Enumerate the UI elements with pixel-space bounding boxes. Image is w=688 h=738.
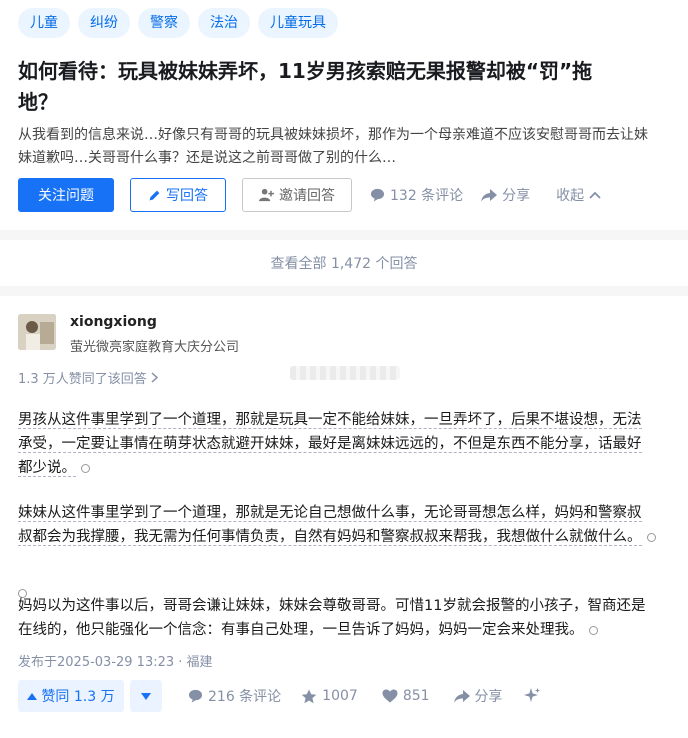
sparkle-button[interactable] xyxy=(523,687,541,705)
invite-answer-label: 邀请回答 xyxy=(279,188,335,204)
agree-summary-text: 1.3 万人赞同了该回答 xyxy=(18,372,147,387)
topic-tag[interactable]: 儿童 xyxy=(18,8,70,38)
share-arrow-icon xyxy=(453,689,470,703)
question-title-line: 如何看待：玩具被妹妹弄坏，11岁男孩索赔无果报警却被“罚”拖 xyxy=(18,59,593,83)
answer-paragraph: 妈妈以为这件事以后，哥哥会谦让妹妹，妹妹会尊敬哥哥。可惜11岁就会报警的小孩子，… xyxy=(18,594,678,642)
follow-question-button[interactable]: 关注问题 xyxy=(18,178,114,212)
paragraph-line: 妹妹从这件事里学到了一个道理，那就是无论自己想做什么事，无论哥哥想怎么样，妈妈和… xyxy=(18,505,642,522)
write-answer-label: 写回答 xyxy=(166,188,208,204)
description-line: 从我看到的信息来说…好像只有哥哥的玩具被妹妹损坏，那作为一个母亲难道不应该安慰哥… xyxy=(18,127,648,143)
star-button[interactable]: 1007 xyxy=(301,688,358,704)
question-description[interactable]: 从我看到的信息来说…好像只有哥哥的玩具被妹妹损坏，那作为一个母亲难道不应该安慰哥… xyxy=(18,124,688,170)
answer-action-bar: 赞同 1.3 万 216 条评论 1007 851 分享 xyxy=(18,680,541,712)
answer-comments-button[interactable]: 216 条评论 xyxy=(188,686,281,706)
vote-up-label: 赞同 1.3 万 xyxy=(41,689,115,705)
topic-tags: 儿童 纠纷 警察 法治 儿童玩具 xyxy=(18,8,338,38)
triangle-up-icon xyxy=(27,692,38,700)
share-arrow-icon xyxy=(481,188,498,202)
description-line: 妹道歉吗…关哥哥什么事？还是说这之前哥哥做了别的什么… xyxy=(18,150,396,166)
question-comments-label: 132 条评论 xyxy=(390,188,464,204)
write-answer-button[interactable]: 写回答 xyxy=(130,178,226,212)
view-all-answers-link[interactable]: 查看全部 1,472 个回答 xyxy=(0,240,688,286)
question-title[interactable]: 如何看待：玩具被妹妹弄坏，11岁男孩索赔无果报警却被“罚”拖 地？ xyxy=(18,56,678,118)
chevron-up-icon xyxy=(589,191,601,199)
collapse-label: 收起 xyxy=(556,188,585,204)
paragraph-line: 叔都会为我撑腰，我无需为任何事情负责，自然有妈妈和警察叔叔来帮我，我想做什么就做… xyxy=(18,529,642,546)
heart-count: 851 xyxy=(402,688,430,704)
question-share-button[interactable]: 分享 xyxy=(481,185,530,205)
question-comments-button[interactable]: 132 条评论 xyxy=(370,185,463,205)
paragraph-line: 承受，一定要让事情在萌芽状态就避开妹妹，最好是离妹妹远远的，不但是东西不能分享，… xyxy=(18,436,642,453)
sparkle-icon xyxy=(523,687,541,705)
question-title-line: 地？ xyxy=(18,90,58,114)
vote-down-button[interactable] xyxy=(130,680,162,712)
answer-paragraph: 妹妹从这件事里学到了一个道理，那就是无论自己想做什么事，无论哥哥想怎么样，妈妈和… xyxy=(18,501,678,549)
pencil-icon xyxy=(148,189,161,202)
question-actions: 关注问题 写回答 邀请回答 132 条评论 分享 收起 xyxy=(18,178,601,212)
triangle-down-icon xyxy=(141,692,151,700)
topic-tag[interactable]: 法治 xyxy=(198,8,250,38)
paragraph-comment-icon[interactable] xyxy=(646,532,656,542)
paragraph-comment-icon[interactable] xyxy=(81,463,90,473)
watermark xyxy=(290,366,400,380)
chevron-right-icon xyxy=(151,372,158,383)
topic-tag[interactable]: 警察 xyxy=(138,8,190,38)
paragraph-comment-icon[interactable] xyxy=(588,625,598,635)
comment-icon xyxy=(370,188,385,202)
author-name[interactable]: xiongxiong xyxy=(70,314,157,330)
vote-up-button[interactable]: 赞同 1.3 万 xyxy=(18,680,124,712)
heart-button[interactable]: 851 xyxy=(382,688,430,704)
paragraph-line: 在线的，他只能强化一个信念：有事自己处理，一旦告诉了妈妈，妈妈一定会来处理我。 xyxy=(18,622,584,638)
avatar[interactable] xyxy=(18,314,56,350)
star-count: 1007 xyxy=(322,688,358,704)
publish-time[interactable]: 发布于2025-03-29 13:23 · 福建 xyxy=(18,651,213,670)
topic-tag[interactable]: 儿童玩具 xyxy=(258,8,338,38)
answer-card: xiongxiong 萤光微亮家庭教育大庆分公司 1.3 万人赞同了该回答 男孩… xyxy=(0,296,688,738)
answer-share-label: 分享 xyxy=(474,689,503,705)
question-card: 儿童 纠纷 警察 法治 儿童玩具 如何看待：玩具被妹妹弄坏，11岁男孩索赔无果报… xyxy=(0,0,688,230)
topic-tag[interactable]: 纠纷 xyxy=(78,8,130,38)
heart-icon xyxy=(382,689,398,703)
answer-paragraph: 男孩从这件事里学到了一个道理，那就是玩具一定不能给妹妹，一旦弄坏了，后果不堪设想… xyxy=(18,408,678,480)
author-bio: 萤光微亮家庭教育大庆分公司 xyxy=(70,340,240,355)
question-share-label: 分享 xyxy=(502,188,531,204)
agree-summary[interactable]: 1.3 万人赞同了该回答 xyxy=(18,368,158,387)
answer-share-button[interactable]: 分享 xyxy=(453,686,503,706)
invite-answer-button[interactable]: 邀请回答 xyxy=(242,178,352,212)
paragraph-line: 男孩从这件事里学到了一个道理，那就是玩具一定不能给妹妹，一旦弄坏了，后果不堪设想… xyxy=(18,412,642,429)
paragraph-line: 都少说。 xyxy=(18,460,76,477)
paragraph-line: 妈妈以为这件事以后，哥哥会谦让妹妹，妹妹会尊敬哥哥。可惜11岁就会报警的小孩子，… xyxy=(18,598,646,614)
answer-comments-label: 216 条评论 xyxy=(208,689,282,705)
star-icon xyxy=(301,689,317,704)
collapse-button[interactable]: 收起 xyxy=(556,185,601,205)
invite-user-icon xyxy=(259,188,274,202)
comment-icon xyxy=(188,689,203,703)
